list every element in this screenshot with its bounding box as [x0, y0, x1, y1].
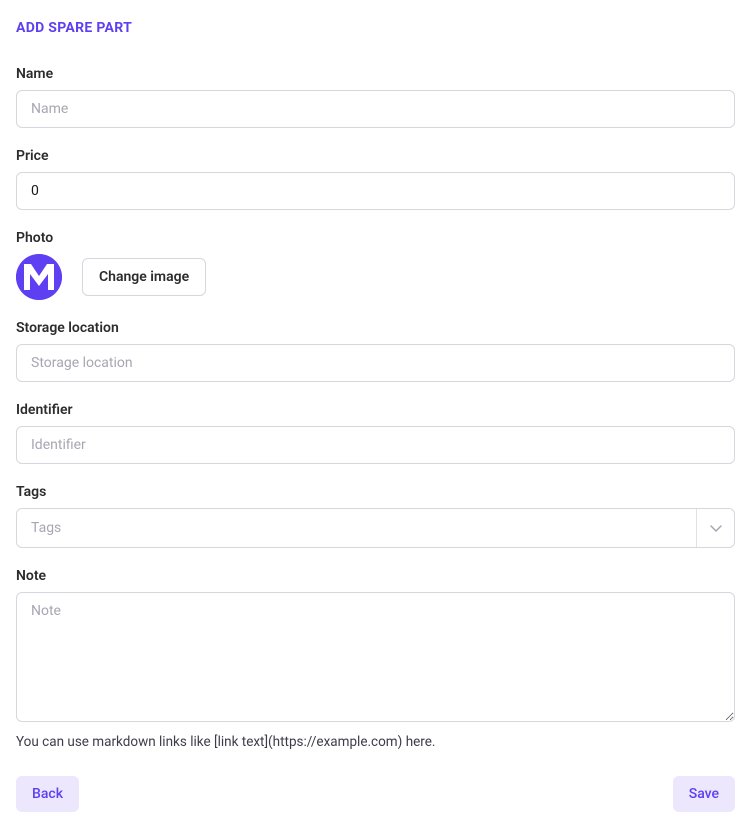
field-tags: Tags Tags — [16, 484, 735, 548]
avatar-logo-icon — [16, 254, 62, 300]
note-label: Note — [16, 568, 735, 584]
tags-label: Tags — [16, 484, 735, 500]
name-label: Name — [16, 66, 735, 82]
field-storage-location: Storage location — [16, 320, 735, 382]
price-label: Price — [16, 148, 735, 164]
storage-location-input[interactable] — [16, 344, 735, 382]
field-name: Name — [16, 66, 735, 128]
price-input[interactable] — [16, 172, 735, 210]
tags-placeholder: Tags — [17, 510, 696, 546]
tags-dropdown-button[interactable] — [696, 509, 734, 547]
chevron-down-icon — [708, 520, 724, 536]
identifier-input[interactable] — [16, 426, 735, 464]
field-identifier: Identifier — [16, 402, 735, 464]
storage-location-label: Storage location — [16, 320, 735, 336]
change-image-button[interactable]: Change image — [82, 258, 206, 296]
page-title: ADD SPARE PART — [16, 20, 735, 36]
note-helper-text: You can use markdown links like [link te… — [16, 734, 735, 750]
save-button[interactable]: Save — [673, 776, 735, 812]
avatar — [16, 254, 62, 300]
photo-label: Photo — [16, 230, 735, 246]
tags-select[interactable]: Tags — [16, 508, 735, 548]
field-photo: Photo Change image — [16, 230, 735, 300]
name-input[interactable] — [16, 90, 735, 128]
field-price: Price — [16, 148, 735, 210]
back-button[interactable]: Back — [16, 776, 79, 812]
field-note: Note You can use markdown links like [li… — [16, 568, 735, 750]
note-textarea[interactable] — [16, 592, 735, 722]
identifier-label: Identifier — [16, 402, 735, 418]
